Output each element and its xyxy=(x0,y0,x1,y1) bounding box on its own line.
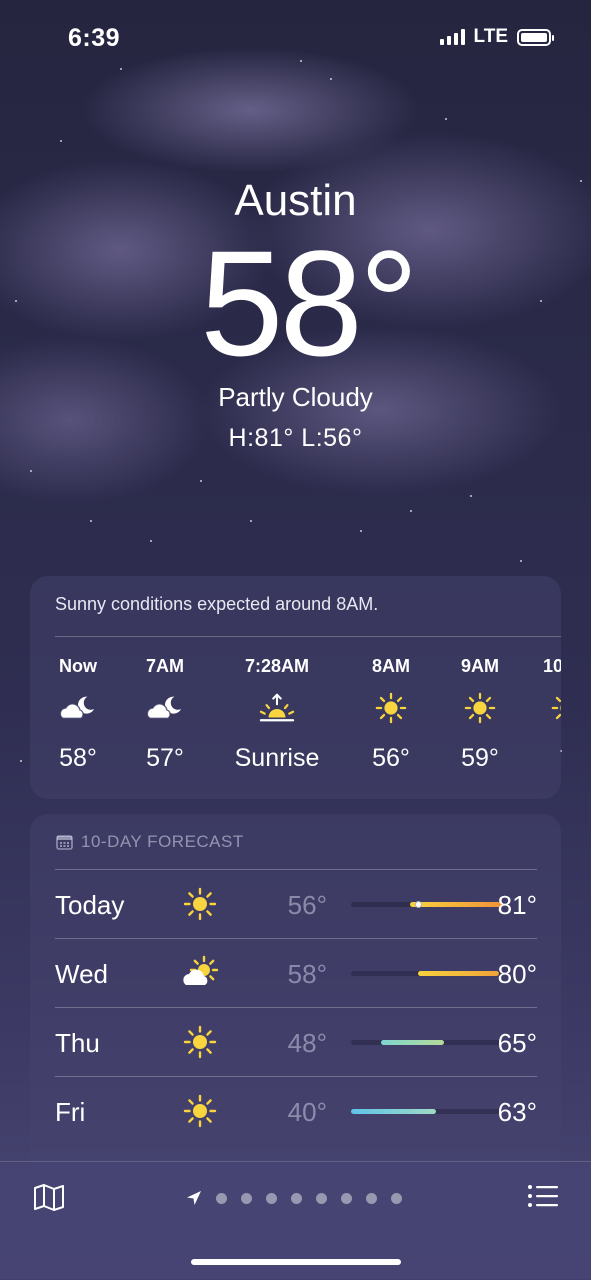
temperature-range-fill xyxy=(417,971,500,976)
temperature-range-bar xyxy=(351,901,503,908)
star xyxy=(150,540,152,542)
page-dot[interactable] xyxy=(216,1192,227,1204)
hour-temperature: Sunrise xyxy=(234,744,320,772)
moon-cloud-icon xyxy=(120,688,210,728)
sun-icon xyxy=(180,1091,220,1131)
home-indicator[interactable] xyxy=(191,1259,401,1265)
star xyxy=(250,520,252,522)
temperature-range-fill xyxy=(410,902,503,907)
hour-temperature: 59° xyxy=(461,744,499,772)
current-temperature: 58° xyxy=(200,219,419,387)
hourly-forecast-card[interactable]: Sunny conditions expected around 8AM. No… xyxy=(30,576,561,799)
low-temperature: 48° xyxy=(287,1028,327,1058)
temperature-range-bar xyxy=(351,971,503,976)
hour-temperature: 6 xyxy=(522,744,561,773)
low-temperature: 58° xyxy=(287,959,327,989)
location-arrow-icon xyxy=(187,1191,201,1205)
divider xyxy=(55,636,561,637)
hour-temperature: 56° xyxy=(372,744,410,772)
star xyxy=(20,760,22,762)
sun-icon xyxy=(435,688,525,728)
ten-day-title: 10-DAY FORECAST xyxy=(81,832,244,851)
page-dot[interactable] xyxy=(291,1192,302,1204)
hour-time: 7:28AM xyxy=(244,656,310,676)
hourly-summary: Sunny conditions expected around 8AM. xyxy=(55,594,379,614)
forecast-row[interactable]: Today 56° 81° xyxy=(55,869,537,939)
star xyxy=(120,68,122,70)
page-dot[interactable] xyxy=(241,1192,252,1204)
high-temperature: 63° xyxy=(497,1097,537,1127)
hourly-item: Now 58° xyxy=(33,656,123,773)
temperature-range-bar xyxy=(351,1040,503,1045)
hour-temperature: 58° xyxy=(59,744,97,772)
hour-time: Now xyxy=(59,656,97,676)
sun-icon xyxy=(180,884,220,924)
network-label: LTE xyxy=(473,26,508,47)
hour-time: 10AM xyxy=(542,656,561,676)
status-indicators: LTE xyxy=(439,26,554,48)
temperature-range-fill xyxy=(380,1040,444,1045)
star xyxy=(300,60,302,62)
hour-time: 9AM xyxy=(460,656,499,676)
day-name: Thu xyxy=(55,1028,100,1058)
day-name: Today xyxy=(55,890,125,920)
page-dot[interactable] xyxy=(366,1192,377,1204)
hourly-item: 7AM 57° xyxy=(120,656,210,773)
star xyxy=(200,480,202,482)
sun-icon xyxy=(522,688,561,728)
hourly-item: 10AM 6 xyxy=(522,656,561,773)
day-name: Fri xyxy=(55,1097,86,1127)
high-temperature: 80° xyxy=(497,959,537,989)
signal-icon xyxy=(439,29,465,45)
hour-time: 7AM xyxy=(145,656,184,676)
high-low: H:81° L:56° xyxy=(228,424,363,452)
star xyxy=(360,530,362,532)
current-temp-marker xyxy=(414,901,422,908)
sunrise-icon xyxy=(232,688,322,728)
page-dot[interactable] xyxy=(341,1192,352,1204)
moon-cloud-icon xyxy=(33,688,123,728)
day-name: Wed xyxy=(55,959,108,989)
page-dot[interactable] xyxy=(316,1192,327,1204)
sun-icon xyxy=(180,1022,220,1062)
star xyxy=(330,78,332,80)
high-temperature: 81° xyxy=(497,890,537,920)
hour-temperature: 57° xyxy=(146,744,184,772)
hourly-item: 9AM 59° xyxy=(435,656,525,773)
hourly-item: 8AM 56° xyxy=(346,656,436,773)
battery-icon xyxy=(517,28,554,46)
sun-icon xyxy=(346,688,436,728)
calendar-icon xyxy=(56,835,73,850)
forecast-row[interactable]: Wed 58° 80° xyxy=(55,938,537,1008)
ten-day-header: 10-DAY FORECAST xyxy=(56,832,244,852)
star xyxy=(445,118,447,120)
page-dot[interactable] xyxy=(391,1192,402,1204)
current-condition: Partly Cloudy xyxy=(218,382,373,412)
star xyxy=(30,470,32,472)
star xyxy=(90,520,92,522)
forecast-row[interactable]: Fri 40° 63° xyxy=(55,1076,537,1146)
star xyxy=(470,495,472,497)
temperature-range-fill xyxy=(351,1109,437,1114)
temperature-range-bar xyxy=(351,1109,503,1114)
star xyxy=(60,140,62,142)
star xyxy=(410,510,412,512)
sun-cloud-icon xyxy=(180,953,220,993)
ten-day-forecast-card[interactable]: 10-DAY FORECAST Today 56° 81° Wed 58° 80… xyxy=(30,814,561,1214)
list-icon[interactable] xyxy=(527,1182,559,1210)
high-temperature: 65° xyxy=(497,1028,537,1058)
page-indicator[interactable] xyxy=(186,1190,402,1206)
hourly-item: 7:28AM Sunrise xyxy=(232,656,322,773)
low-temperature: 40° xyxy=(287,1097,327,1127)
hour-time: 8AM xyxy=(371,656,410,676)
low-temperature: 56° xyxy=(287,890,327,920)
status-time: 6:39 xyxy=(68,24,121,52)
forecast-row[interactable]: Thu 48° 65° xyxy=(55,1007,537,1077)
star xyxy=(520,560,522,562)
page-dot[interactable] xyxy=(266,1192,277,1204)
map-icon[interactable] xyxy=(32,1182,66,1212)
